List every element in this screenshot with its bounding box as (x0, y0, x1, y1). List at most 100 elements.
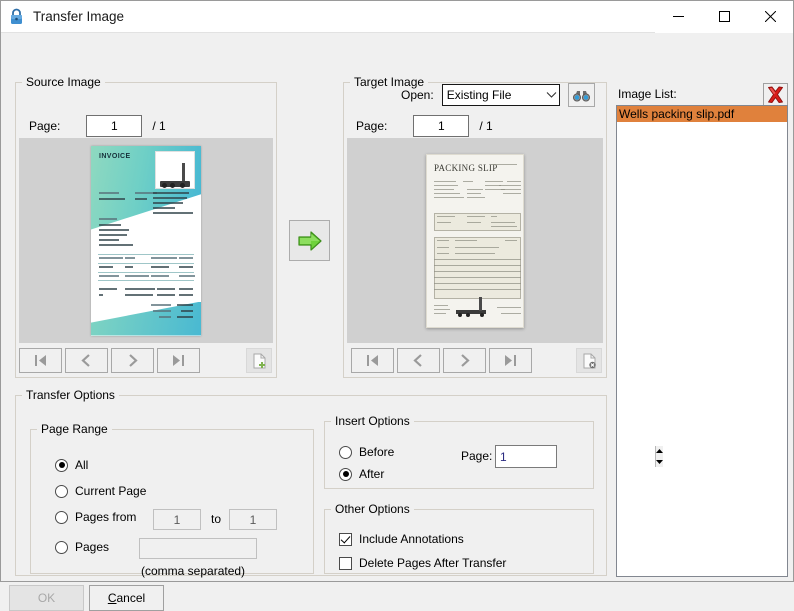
ok-button-label: OK (37, 591, 56, 605)
transfer-image-dialog: Transfer Image Source Image Page: / 1 (0, 0, 794, 611)
radio-label: Pages (75, 540, 110, 554)
transfer-right-arrow-icon (297, 230, 322, 251)
target-browse-button[interactable] (567, 83, 595, 107)
radio-indicator (55, 484, 68, 498)
radio-page-range-pages[interactable]: Pages (55, 540, 109, 554)
source-page-row: Page: / 1 (29, 115, 166, 137)
radio-indicator (339, 445, 352, 459)
checkbox-label: Delete Pages After Transfer (359, 556, 507, 570)
window-controls (655, 0, 793, 33)
chevron-down-icon (546, 88, 557, 102)
ok-button[interactable]: OK (9, 585, 84, 611)
target-open-value: Existing File (446, 88, 512, 102)
pages-list-input[interactable] (139, 538, 257, 559)
page-range-group: Page Range All Current Page Pages from t… (30, 422, 314, 578)
target-open-label: Open: (401, 88, 434, 102)
source-first-page-button[interactable] (19, 348, 62, 373)
other-options-group: Other Options Include Annotations Delete… (324, 502, 594, 574)
target-next-page-button[interactable] (443, 348, 486, 373)
source-nav-buttons (19, 348, 200, 373)
stepper-buttons (655, 446, 663, 467)
source-document-thumbnail: INVOICE (91, 145, 201, 336)
packing-slip-title: PACKING SLIP (434, 162, 498, 173)
dialog-body: Source Image Page: / 1 INVOICE (1, 33, 793, 611)
pages-to-input[interactable] (229, 509, 277, 530)
transfer-options-legend: Transfer Options (26, 388, 115, 402)
window-title: Transfer Image (33, 9, 125, 24)
insert-options-group: Insert Options Before After Page: (324, 414, 663, 489)
target-first-page-button[interactable] (351, 348, 394, 373)
other-options-legend: Other Options (335, 502, 410, 516)
target-previous-page-button[interactable] (397, 348, 440, 373)
source-add-page-button[interactable] (246, 348, 272, 373)
radio-page-range-pages-from[interactable]: Pages from (55, 510, 136, 524)
checkbox-label: Include Annotations (359, 532, 464, 546)
invoice-title: INVOICE (99, 152, 131, 160)
red-x-delete-icon (768, 86, 783, 103)
radio-indicator (55, 540, 68, 554)
checkbox-include-annotations[interactable]: Include Annotations (339, 532, 464, 546)
minimize-button[interactable] (655, 0, 701, 33)
target-document-thumbnail: PACKING SLIP (426, 153, 524, 328)
source-page-input[interactable] (86, 115, 143, 137)
list-item[interactable]: Wells packing slip.pdf (617, 106, 787, 122)
target-preview[interactable]: PACKING SLIP (347, 138, 603, 343)
target-delete-page-button[interactable] (576, 348, 602, 373)
checkbox-indicator (339, 532, 352, 546)
radio-indicator (339, 467, 352, 481)
target-open-row: Open: Existing File (401, 83, 595, 107)
packing-slip-photo (452, 295, 494, 317)
radio-insert-before[interactable]: Before (339, 445, 394, 459)
target-page-row: Page: / 1 (356, 115, 493, 137)
pages-hint: (comma separated) (141, 564, 246, 578)
title-bar: Transfer Image (1, 0, 793, 33)
radio-indicator (55, 458, 68, 472)
stepper-up-button[interactable] (656, 446, 663, 457)
insert-options-legend: Insert Options (335, 414, 410, 428)
cancel-button-accelerator: C (107, 591, 117, 605)
radio-label: All (75, 458, 89, 472)
checkbox-indicator (339, 556, 352, 570)
invoice-photo (155, 150, 195, 189)
insert-page-input[interactable] (496, 446, 655, 467)
page-range-legend: Page Range (41, 422, 108, 436)
radio-page-range-all[interactable]: All (55, 458, 88, 472)
source-preview[interactable]: INVOICE (19, 138, 273, 343)
radio-insert-after[interactable]: After (339, 467, 384, 481)
source-last-page-button[interactable] (157, 348, 200, 373)
radio-indicator (55, 510, 68, 524)
source-page-total: / 1 (152, 119, 166, 133)
target-last-page-button[interactable] (489, 348, 532, 373)
radio-label: Pages from (75, 510, 137, 524)
pages-from-input[interactable] (153, 509, 201, 530)
source-previous-page-button[interactable] (65, 348, 108, 373)
pages-to-label: to (211, 512, 222, 526)
image-list-clear-button[interactable] (763, 83, 788, 106)
source-page-label: Page: (29, 119, 61, 133)
cancel-button[interactable]: Cancel (89, 585, 164, 611)
transfer-right-arrow-button[interactable] (289, 220, 330, 261)
image-list-label: Image List: (618, 87, 677, 101)
image-list-box[interactable]: Wells packing slip.pdf (616, 105, 788, 577)
target-page-label: Page: (356, 119, 388, 133)
insert-page-stepper[interactable] (495, 445, 663, 468)
target-nav-buttons (351, 348, 532, 373)
transfer-options-group: Transfer Options Page Range All Current … (15, 388, 663, 578)
cancel-button-label: ancel (116, 591, 146, 605)
radio-label: Before (359, 445, 395, 459)
binoculars-icon (572, 90, 590, 101)
target-open-select[interactable]: Existing File (441, 84, 560, 106)
close-button[interactable] (747, 0, 793, 33)
radio-page-range-current-page[interactable]: Current Page (55, 484, 146, 498)
maximize-button[interactable] (701, 0, 747, 33)
target-page-total: / 1 (479, 119, 493, 133)
lock-icon (1, 8, 31, 25)
source-next-page-button[interactable] (111, 348, 154, 373)
source-image-legend: Source Image (26, 75, 101, 89)
stepper-down-button[interactable] (656, 457, 663, 468)
insert-page-label: Page: (461, 449, 493, 463)
radio-label: Current Page (75, 484, 147, 498)
target-page-input[interactable] (413, 115, 470, 137)
radio-label: After (359, 467, 385, 481)
checkbox-delete-pages-after-transfer[interactable]: Delete Pages After Transfer (339, 556, 506, 570)
